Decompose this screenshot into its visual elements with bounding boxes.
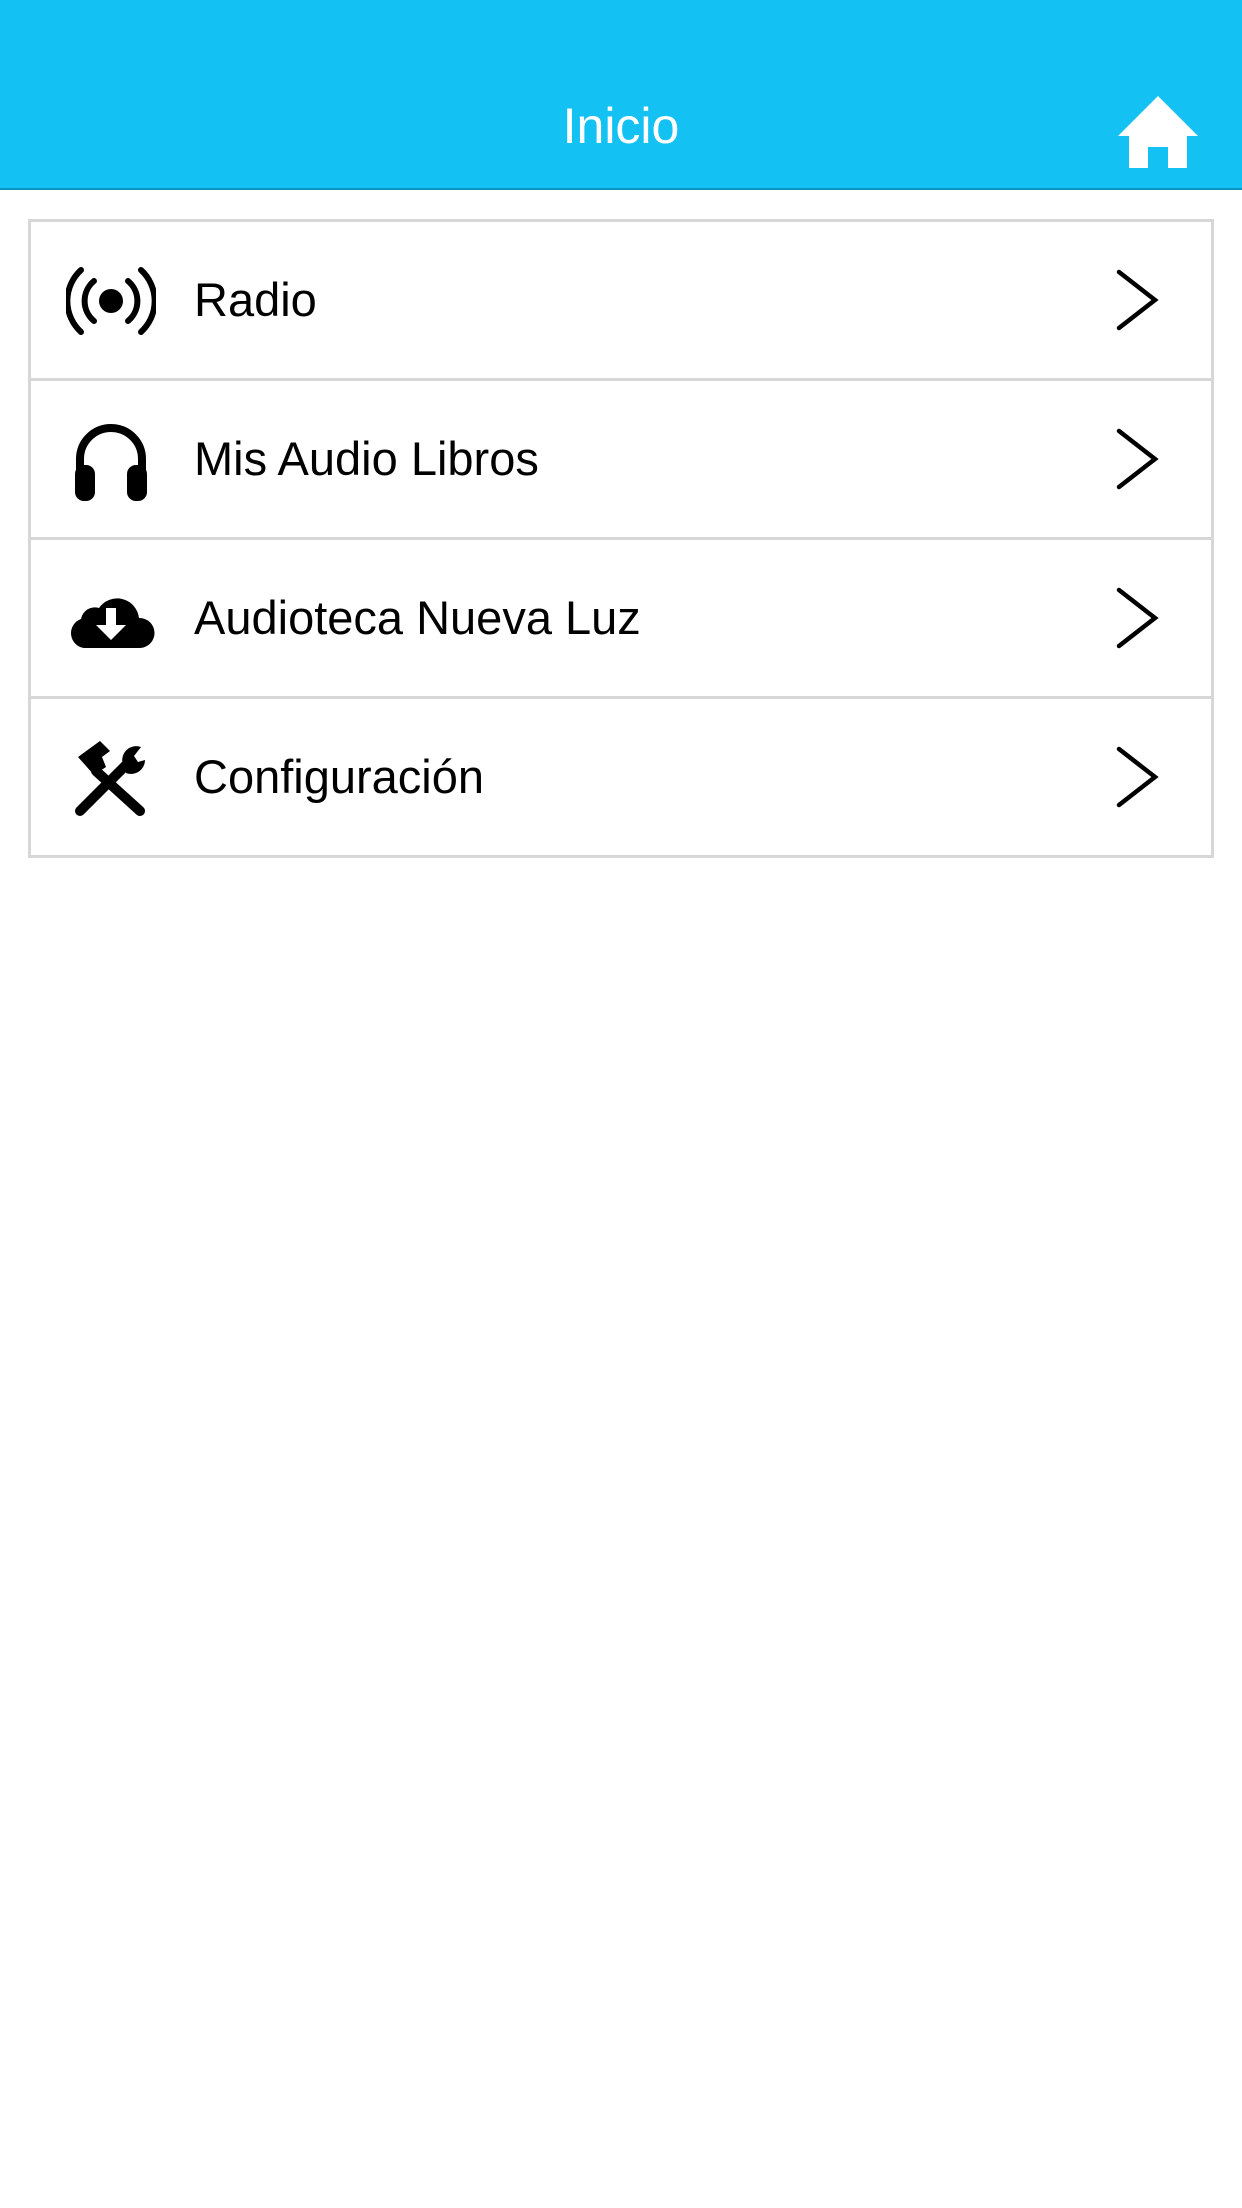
chevron-right-icon [1116,269,1159,331]
menu-item-settings[interactable]: Configuración [31,699,1211,858]
page-title: Inicio [562,98,680,154]
cloud-download-icon [71,598,155,648]
chevron-right-icon [1116,428,1159,490]
home-icon[interactable] [1116,92,1200,172]
menu-item-label: Mis Audio Libros [194,432,539,485]
menu-item-library[interactable]: Audioteca Nueva Luz [31,540,1211,699]
chevron-right-icon [1116,587,1159,649]
menu-item-radio[interactable]: Radio [31,222,1211,381]
menu-item-label: Audioteca Nueva Luz [194,591,641,644]
main-menu: Radio Mis Audio Libros Audioteca Nueva L… [28,219,1214,858]
chevron-right-icon [1116,746,1159,808]
tools-icon [75,741,145,816]
menu-item-label: Configuración [194,750,485,803]
headphones-icon [75,424,147,501]
menu-item-label: Radio [194,273,317,326]
menu-item-audio-books[interactable]: Mis Audio Libros [31,381,1211,540]
header-bar: Inicio [0,0,1242,190]
broadcast-icon [66,267,156,335]
